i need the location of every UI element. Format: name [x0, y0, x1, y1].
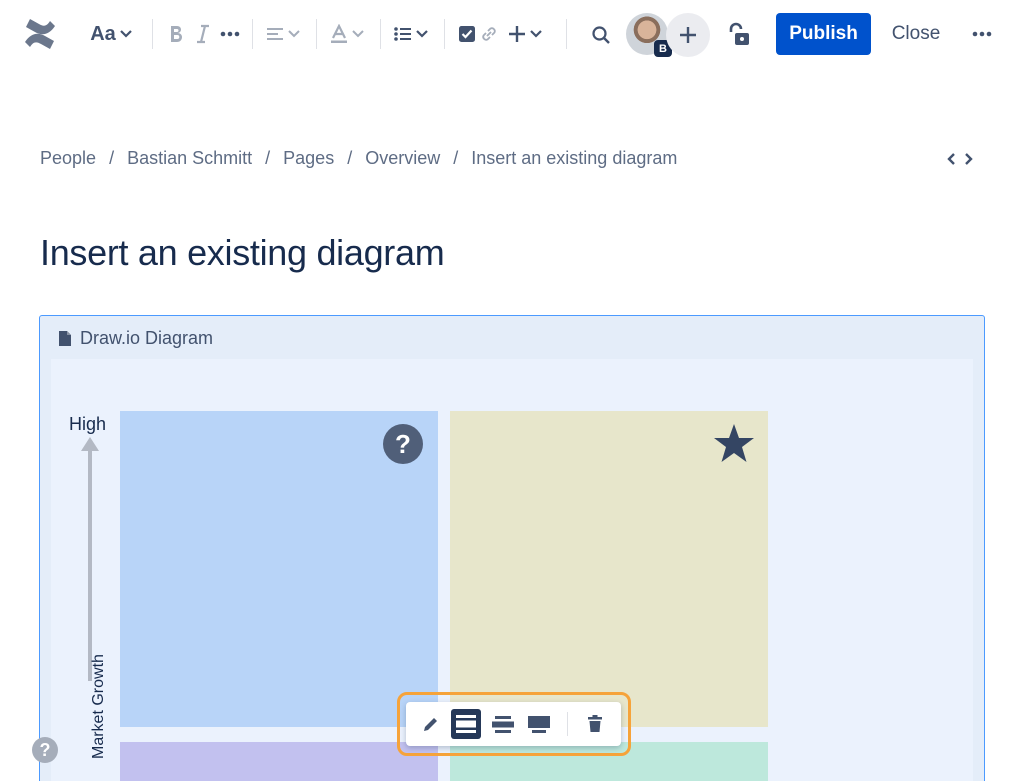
- text-color-icon: [331, 24, 347, 43]
- axis-label: Market Growth: [90, 654, 107, 759]
- action-item-button[interactable]: [456, 22, 478, 46]
- more-formatting-button[interactable]: [217, 20, 243, 48]
- macro-header: Draw.io Diagram: [58, 328, 213, 349]
- star-icon: [714, 424, 754, 462]
- layout-center-button[interactable]: [451, 709, 481, 739]
- help-button[interactable]: ?: [32, 737, 58, 763]
- axis-line: [88, 445, 92, 681]
- plus-icon: [509, 26, 525, 42]
- breadcrumb-separator: /: [453, 148, 459, 168]
- edit-diagram-button[interactable]: [416, 709, 446, 739]
- toolbar-divider: [566, 19, 567, 49]
- toolbar-divider: [152, 19, 153, 49]
- text-style-dropdown[interactable]: Aa: [88, 20, 134, 48]
- toolbar-divider: [567, 712, 568, 736]
- toolbar-divider: [444, 19, 445, 49]
- full-width-toggle[interactable]: [944, 148, 976, 170]
- layout-wide-button[interactable]: [488, 709, 518, 739]
- confluence-logo-icon: [25, 19, 55, 49]
- italic-icon: [197, 24, 209, 44]
- text-style-label: Aa: [90, 22, 116, 45]
- page-title[interactable]: Insert an existing diagram: [40, 232, 445, 274]
- breadcrumb-separator: /: [265, 148, 271, 168]
- chevron-down-icon: [120, 30, 132, 38]
- layout-full-width-button[interactable]: [524, 709, 554, 739]
- restrictions-button[interactable]: [724, 20, 754, 50]
- link-button[interactable]: [478, 22, 500, 46]
- toolbar-divider: [316, 19, 317, 49]
- macro-title: Draw.io Diagram: [80, 328, 214, 348]
- insert-dropdown[interactable]: [504, 20, 546, 48]
- italic-button[interactable]: [191, 20, 215, 48]
- bullet-list-icon: [394, 27, 411, 41]
- delete-icon: [588, 715, 602, 732]
- chevron-down-icon: [416, 30, 428, 38]
- bold-icon: [171, 26, 182, 42]
- confluence-logo[interactable]: [22, 16, 58, 52]
- invite-collaborator-button[interactable]: [666, 13, 710, 57]
- breadcrumb-item-current[interactable]: Insert an existing diagram: [471, 148, 677, 169]
- more-icon: [972, 31, 992, 37]
- list-dropdown[interactable]: [390, 20, 432, 48]
- alignment-dropdown[interactable]: [262, 20, 304, 48]
- edit-icon: [424, 718, 437, 731]
- chevron-down-icon: [530, 30, 542, 38]
- quadrant-bottom-left: [120, 742, 438, 781]
- link-icon: [482, 27, 496, 41]
- align-left-icon: [267, 28, 283, 40]
- plus-icon: [680, 27, 696, 43]
- publish-button[interactable]: Publish: [776, 13, 871, 55]
- breadcrumb-item-people[interactable]: People: [40, 148, 96, 169]
- breadcrumb-separator: /: [109, 148, 115, 168]
- more-icon: [220, 31, 240, 37]
- layout-full-width-icon: [528, 716, 550, 733]
- unlock-icon: [729, 22, 749, 45]
- toolbar-divider: [380, 19, 381, 49]
- breadcrumb-item-overview[interactable]: Overview: [365, 148, 440, 169]
- close-button[interactable]: Close: [882, 13, 950, 55]
- layout-center-icon: [456, 715, 476, 733]
- floating-toolbar: [406, 702, 621, 746]
- question-icon: ?: [383, 424, 423, 464]
- text-color-dropdown[interactable]: [326, 20, 368, 48]
- breadcrumb-separator: /: [347, 148, 353, 168]
- bold-button[interactable]: [164, 20, 188, 48]
- layout-wide-icon: [492, 716, 514, 733]
- expand-horizontal-icon: [947, 153, 973, 165]
- toolbar-divider: [252, 19, 253, 49]
- axis-high-label: High: [69, 414, 107, 434]
- checkbox-icon: [459, 26, 475, 42]
- chevron-down-icon: [288, 30, 300, 38]
- breadcrumb-item-space[interactable]: Bastian Schmitt: [127, 148, 252, 169]
- delete-button[interactable]: [580, 709, 610, 739]
- breadcrumb-item-pages[interactable]: Pages: [283, 148, 334, 169]
- breadcrumb: People / Bastian Schmitt / Pages / Overv…: [40, 148, 677, 169]
- document-icon: [59, 331, 71, 346]
- find-replace-button[interactable]: [588, 22, 614, 48]
- chevron-down-icon: [352, 30, 364, 38]
- more-actions-button[interactable]: [966, 20, 998, 48]
- editor-toolbar: Aa B Publish Close: [0, 0, 1024, 68]
- search-icon: [592, 26, 610, 44]
